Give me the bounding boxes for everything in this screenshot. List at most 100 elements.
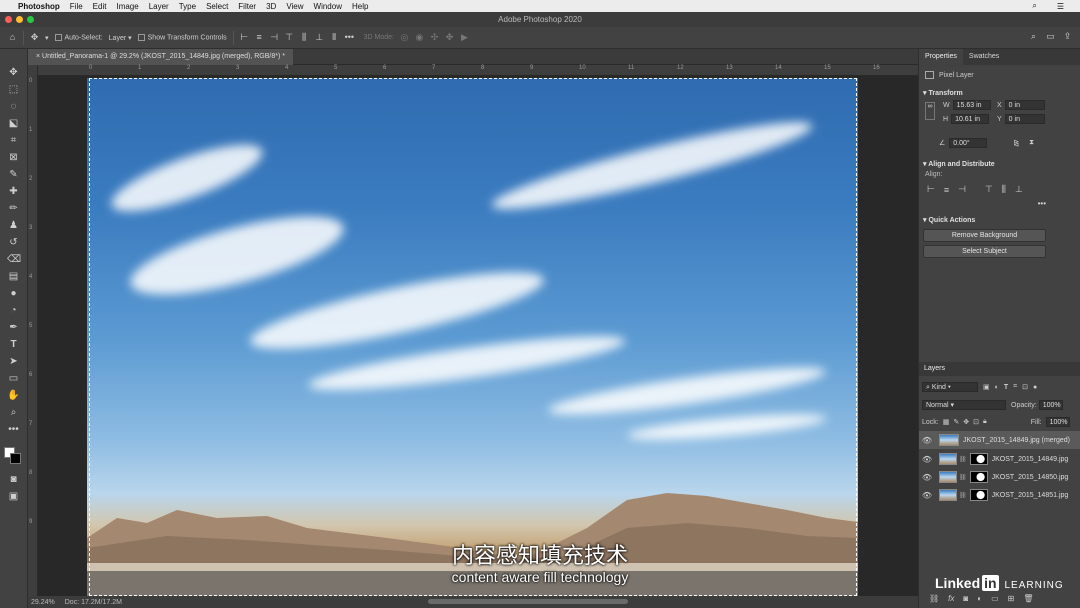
- align-middle-icon[interactable]: ⫼: [300, 33, 309, 42]
- adjustment-layer-icon[interactable]: ◐: [977, 594, 982, 603]
- flip-horizontal-icon[interactable]: ⧎: [1013, 139, 1019, 147]
- stamp-tool-icon[interactable]: ♟: [7, 220, 20, 232]
- fx-icon[interactable]: fx: [948, 594, 954, 603]
- pen-tool-icon[interactable]: ✒: [7, 322, 20, 334]
- transform-header[interactable]: ▾ Transform: [919, 89, 1080, 97]
- move-tool-icon[interactable]: ✥: [7, 67, 20, 79]
- layer-row[interactable]: 👁︎ ⛓ JKOST_2015_14850.jpg: [919, 468, 1080, 486]
- link-dimensions-icon[interactable]: ∞: [925, 102, 935, 120]
- menu-select[interactable]: Select: [206, 2, 228, 11]
- align-right-edges-icon[interactable]: ⊣: [958, 184, 966, 195]
- close-window-icon[interactable]: [5, 16, 12, 23]
- gradient-tool-icon[interactable]: ▤: [7, 271, 20, 283]
- align-right-icon[interactable]: ⊣: [270, 33, 279, 42]
- home-icon[interactable]: ⌂: [8, 33, 17, 42]
- vertical-ruler[interactable]: 0 1 2 3 4 5 6 7 8 9: [28, 65, 38, 596]
- zoom-level[interactable]: 29.24%: [31, 599, 55, 606]
- auto-select-checkbox[interactable]: Auto-Select:: [54, 33, 103, 41]
- filter-adjustment-icon[interactable]: ◐: [995, 384, 999, 391]
- minimize-window-icon[interactable]: [16, 16, 23, 23]
- eyedropper-tool-icon[interactable]: ✎: [7, 169, 20, 181]
- menu-window[interactable]: Window: [314, 2, 342, 11]
- filter-shape-icon[interactable]: ⌗: [1013, 383, 1017, 391]
- screen-mode-icon[interactable]: ▣: [7, 491, 20, 503]
- layer-name[interactable]: JKOST_2015_14849.jpg (merged): [963, 437, 1070, 444]
- filter-smart-icon[interactable]: ⊡: [1022, 383, 1028, 391]
- opacity-field[interactable]: 100%: [1038, 400, 1063, 410]
- width-field[interactable]: 15.63 in: [952, 100, 991, 110]
- zoom-tool-icon[interactable]: ⌕: [7, 407, 20, 419]
- more-align-icon[interactable]: •••: [919, 199, 1046, 208]
- align-horizontal-centers-icon[interactable]: ≡: [944, 185, 949, 195]
- object-select-tool-icon[interactable]: ⬕: [7, 118, 20, 130]
- menu-image[interactable]: Image: [116, 2, 138, 11]
- align-header[interactable]: ▾ Align and Distribute: [919, 160, 1080, 168]
- menu-3d[interactable]: 3D: [266, 2, 276, 11]
- height-field[interactable]: 10.61 in: [951, 114, 990, 124]
- layer-row[interactable]: 👁︎ ⛓ JKOST_2015_14851.jpg: [919, 486, 1080, 504]
- layer-name[interactable]: JKOST_2015_14849.jpg: [992, 456, 1069, 463]
- add-mask-icon[interactable]: ◙: [963, 594, 968, 603]
- align-vertical-centers-icon[interactable]: ⫼: [1002, 184, 1006, 195]
- lock-artboard-icon[interactable]: ⊡: [973, 418, 979, 426]
- history-brush-icon[interactable]: ↺: [7, 237, 20, 249]
- menu-file[interactable]: File: [70, 2, 83, 11]
- type-tool-icon[interactable]: T: [7, 339, 20, 351]
- orbit-3d-icon[interactable]: ◎: [400, 33, 409, 42]
- kind-filter-dropdown[interactable]: ⌕ Kind ▾: [922, 382, 978, 392]
- document-tab[interactable]: × Untitled_Panorama-1 @ 29.2% (JKOST_201…: [28, 49, 293, 65]
- quick-mask-icon[interactable]: ◙: [7, 474, 20, 486]
- eraser-tool-icon[interactable]: ⌫: [7, 254, 21, 266]
- align-top-edges-icon[interactable]: ⊤: [985, 184, 993, 195]
- layer-mask-thumbnail[interactable]: [969, 453, 988, 465]
- menu-view[interactable]: View: [286, 2, 303, 11]
- workspace-icon[interactable]: ▭: [1046, 32, 1055, 41]
- lock-transparent-icon[interactable]: ▦: [943, 418, 950, 426]
- more-options-icon[interactable]: •••: [345, 33, 354, 42]
- filter-toggle-icon[interactable]: ●: [1033, 384, 1037, 391]
- edit-toolbar-icon[interactable]: •••: [7, 424, 20, 436]
- lock-all-icon[interactable]: 🔒︎: [983, 418, 987, 426]
- layer-row-selected[interactable]: 👁︎ JKOST_2015_14849.jpg (merged): [919, 431, 1080, 449]
- hand-tool-icon[interactable]: ✋: [7, 390, 20, 402]
- flip-vertical-icon[interactable]: ⧗: [1029, 139, 1034, 147]
- chevron-down-icon[interactable]: ▾: [45, 34, 49, 42]
- marquee-tool-icon[interactable]: ⬚: [7, 84, 20, 96]
- move-tool-icon[interactable]: ✥: [30, 33, 39, 42]
- lock-position-icon[interactable]: ✥: [963, 418, 969, 426]
- align-bottom-edges-icon[interactable]: ⊥: [1015, 184, 1023, 195]
- background-color-swatch[interactable]: [10, 453, 21, 464]
- fill-field[interactable]: 100%: [1045, 417, 1070, 427]
- layer-mask-thumbnail[interactable]: [969, 489, 988, 501]
- blend-mode-dropdown[interactable]: Normal ▾: [922, 400, 1006, 410]
- frame-tool-icon[interactable]: ⊠: [7, 152, 20, 164]
- tab-properties[interactable]: Properties: [919, 49, 963, 65]
- path-select-tool-icon[interactable]: ➤: [7, 356, 20, 368]
- align-center-icon[interactable]: ≡: [255, 33, 264, 42]
- spotlight-icon[interactable]: ⌕: [1032, 1, 1036, 11]
- menu-type[interactable]: Type: [179, 2, 196, 11]
- search-icon[interactable]: ⌕: [1029, 32, 1038, 41]
- trash-icon[interactable]: 🗑︎: [1023, 594, 1033, 603]
- align-bottom-icon[interactable]: ⊥: [315, 33, 324, 42]
- menu-help[interactable]: Help: [352, 2, 368, 11]
- new-layer-icon[interactable]: ⊞: [1008, 594, 1015, 603]
- list-icon[interactable]: ☰: [1057, 2, 1064, 11]
- distribute-icon[interactable]: ⦀: [330, 33, 339, 42]
- layers-header[interactable]: Layers: [919, 362, 1080, 376]
- layer-name[interactable]: JKOST_2015_14851.jpg: [992, 492, 1069, 499]
- tab-swatches[interactable]: Swatches: [963, 49, 1005, 65]
- align-top-icon[interactable]: ⊤: [285, 33, 294, 42]
- doc-size[interactable]: Doc: 17.2M/17.2M: [65, 599, 122, 606]
- menu-filter[interactable]: Filter: [238, 2, 256, 11]
- brush-tool-icon[interactable]: ✏: [7, 203, 20, 215]
- scale-3d-icon[interactable]: ▶: [460, 33, 469, 42]
- select-subject-button[interactable]: Select Subject: [923, 245, 1046, 258]
- quick-actions-header[interactable]: ▾ Quick Actions: [919, 216, 1080, 224]
- dodge-tool-icon[interactable]: ◔: [7, 305, 20, 317]
- crop-tool-icon[interactable]: ⌗: [7, 135, 20, 147]
- eye-icon[interactable]: 👁︎: [921, 473, 933, 482]
- menu-app-name[interactable]: Photoshop: [18, 2, 60, 11]
- layer-row[interactable]: 👁︎ ⛓ JKOST_2015_14849.jpg: [919, 450, 1080, 468]
- eye-icon[interactable]: 👁︎: [921, 491, 933, 500]
